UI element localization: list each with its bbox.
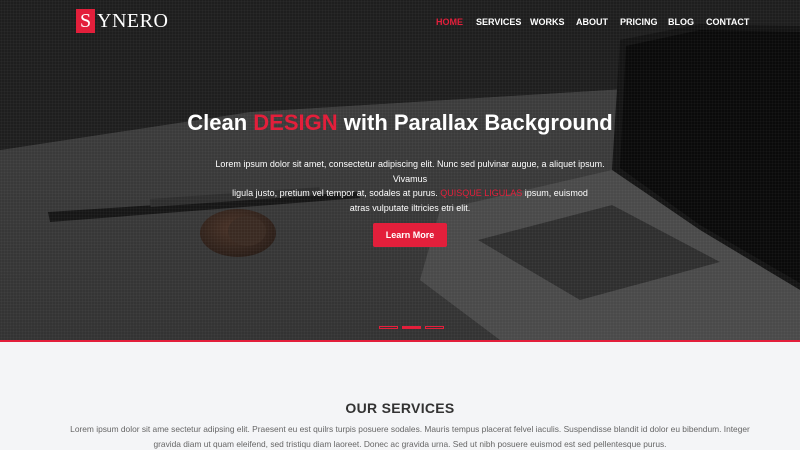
hero-description: Lorem ipsum dolor sit amet, consectetur …	[200, 157, 620, 215]
hero-title-accent: DESIGN	[253, 110, 338, 135]
services-section: OUR SERVICES Lorem ipsum dolor sit ame s…	[0, 342, 800, 450]
nav-item-services[interactable]: SERVICES	[476, 16, 521, 28]
services-desc-line-1: Lorem ipsum dolor sit ame sectetur adips…	[70, 424, 750, 434]
slide-indicator-2[interactable]	[402, 326, 421, 329]
nav-item-works[interactable]: WORKS	[530, 16, 565, 28]
hero-desc-highlight: QUISQUE LIGULAS	[440, 188, 523, 198]
services-title: OUR SERVICES	[345, 400, 455, 416]
slide-indicator-3[interactable]	[425, 326, 444, 329]
nav-item-pricing[interactable]: PRICING	[620, 16, 658, 28]
nav-item-contact[interactable]: CONTACT	[706, 16, 749, 28]
hero-desc-line-2-pre: ligula justo, pretium vel tempor at, sod…	[232, 188, 441, 198]
hero-title-post: with Parallax Background	[337, 110, 613, 135]
hero-desc-line-3: atras vulputate iltricies etri elit.	[349, 202, 471, 213]
hero-title: Clean DESIGN with Parallax Background	[0, 108, 800, 138]
hero-section: S YNERO HOME SERVICES WORKS ABOUT PRICIN…	[0, 0, 800, 340]
slider-indicators	[379, 326, 444, 329]
nav-item-about[interactable]: ABOUT	[576, 16, 608, 28]
nav-item-home[interactable]: HOME	[436, 16, 463, 28]
slide-indicator-1[interactable]	[379, 326, 398, 329]
learn-more-button[interactable]: Learn More	[373, 223, 447, 247]
services-desc-line-2: gravida diam ut quam eleifend, sed trist…	[153, 439, 667, 449]
main-nav: HOME SERVICES WORKS ABOUT PRICING BLOG C…	[0, 16, 800, 28]
hero-title-pre: Clean	[187, 110, 254, 135]
hero-desc-line-1: Lorem ipsum dolor sit amet, consectetur …	[215, 159, 605, 184]
services-description: Lorem ipsum dolor sit ame sectetur adips…	[70, 422, 750, 450]
hero-desc-line-2-post: ipsum, euismod	[522, 188, 588, 198]
nav-item-blog[interactable]: BLOG	[668, 16, 694, 28]
